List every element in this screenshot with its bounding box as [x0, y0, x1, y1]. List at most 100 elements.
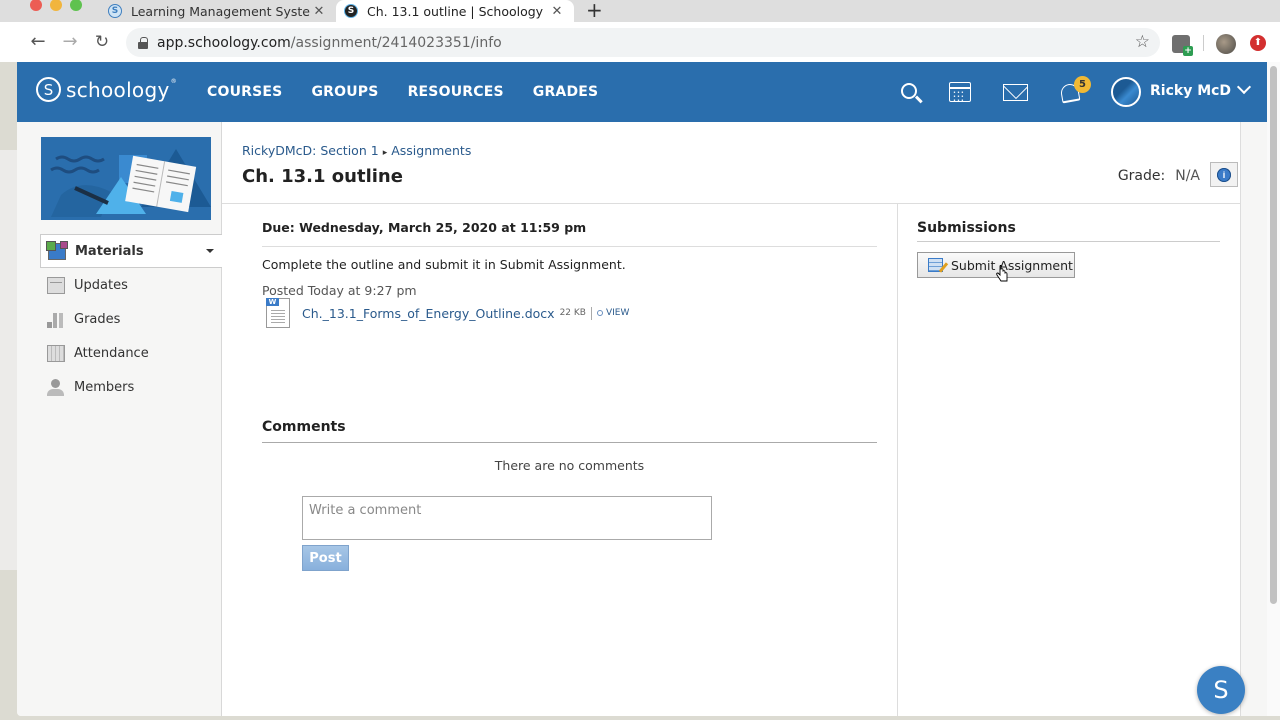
breadcrumb-course-link[interactable]: RickyDMcD: Section 1: [242, 143, 379, 158]
divider: [590, 306, 592, 320]
desktop-window-edge: [0, 150, 17, 570]
tab-close-icon[interactable]: ✕: [310, 4, 328, 19]
members-icon: [47, 378, 65, 396]
grade-display: Grade: N/A: [1118, 168, 1200, 184]
grade-label: Grade:: [1117, 168, 1166, 184]
schoology-header: S schoology® COURSES GROUPS RESOURCES GR…: [17, 62, 1267, 122]
materials-icon: [46, 240, 68, 260]
comments-heading: Comments: [262, 419, 346, 435]
course-profile-image: [41, 137, 211, 220]
new-tab-button[interactable]: +: [586, 0, 603, 22]
due-date: Due: Wednesday, March 25, 2020 at 11:59 …: [262, 220, 587, 235]
profile-avatar-icon[interactable]: [1216, 34, 1236, 54]
view-label: VIEW: [605, 308, 630, 318]
hand-cursor-icon: [996, 265, 1008, 282]
grade-info-button[interactable]: i: [1210, 162, 1238, 187]
lock-icon[interactable]: [138, 36, 148, 49]
browser-tab-strip: S Learning Management System ✕ S Ch. 13.…: [0, 0, 1280, 22]
scrollbar-thumb[interactable]: [1270, 66, 1277, 604]
header-divider: [222, 203, 1240, 204]
submit-label: Submit Assignment: [951, 257, 1073, 273]
tab-close-icon[interactable]: ✕: [548, 4, 566, 19]
course-illustration: [41, 137, 211, 220]
caret-down-icon[interactable]: [206, 249, 214, 253]
forward-arrow-icon[interactable]: →: [60, 32, 80, 52]
attendance-icon: [47, 344, 65, 362]
sidebar-item-grades[interactable]: Grades: [40, 302, 222, 336]
search-icon[interactable]: [901, 83, 917, 99]
url-path: /assignment/2414023351/info: [290, 34, 502, 51]
grade-value: N/A: [1175, 168, 1200, 184]
header-tools: ••• ••• ••• 5 Ricky McD: [897, 62, 1267, 122]
right-gutter: [1240, 122, 1267, 716]
comment-input[interactable]: [302, 496, 712, 540]
breadcrumb-assignments-link[interactable]: Assignments: [391, 143, 471, 158]
sidebar-item-members[interactable]: Members: [40, 370, 222, 404]
view-attachment-link[interactable]: VIEW: [596, 308, 630, 318]
schoology-logo-icon: S: [36, 77, 61, 102]
sidebar-item-label: Members: [74, 379, 135, 395]
divider: [917, 241, 1220, 242]
user-name[interactable]: Ricky McD: [1150, 83, 1231, 99]
submissions-heading: Submissions: [917, 220, 1016, 236]
main-nav: COURSES GROUPS RESOURCES GRADES: [207, 62, 627, 122]
calendar-icon[interactable]: ••• ••• •••: [949, 82, 971, 104]
sidebar-item-label: Materials: [75, 243, 144, 259]
update-icon[interactable]: ⬆: [1250, 35, 1266, 51]
tab-title: Ch. 13.1 outline | Schoology: [367, 3, 544, 19]
back-arrow-icon[interactable]: ←: [28, 32, 48, 52]
assignment-description: Complete the outline and submit it in Su…: [262, 257, 626, 272]
info-icon: i: [1217, 167, 1231, 182]
close-window-button[interactable]: [30, 0, 42, 11]
nav-grades[interactable]: GRADES: [533, 84, 599, 100]
page-scrollbar[interactable]: [1267, 62, 1280, 716]
minimize-window-button[interactable]: [50, 0, 62, 11]
divider: [262, 246, 877, 247]
reload-icon[interactable]: ↻: [92, 32, 112, 52]
address-bar[interactable]: app.schoology.com/assignment/2414023351/…: [126, 28, 1160, 57]
logo-text: schoology®: [66, 78, 177, 102]
breadcrumb-separator: ▸: [382, 148, 388, 158]
chevron-down-icon[interactable]: [1236, 79, 1252, 95]
browser-tab-lms[interactable]: S Learning Management System ✕: [100, 0, 336, 22]
browser-toolbar: ← → ↻ app.schoology.com/assignment/24140…: [0, 22, 1280, 62]
logo-wordmark: schoology: [66, 77, 170, 102]
sidebar-item-label: Grades: [74, 311, 121, 327]
assignment-main: RickyDMcD: Section 1 ▸ Assignments Ch. 13.…: [222, 122, 1240, 716]
schoology-favicon-icon: S: [108, 4, 122, 18]
bookmark-star-icon[interactable]: ☆: [1135, 32, 1150, 52]
maximize-window-button[interactable]: [70, 0, 82, 11]
schoology-favicon-icon: S: [344, 4, 358, 18]
sidebar-item-label: Attendance: [74, 345, 149, 361]
post-comment-button[interactable]: Post: [302, 545, 349, 571]
grades-icon: [47, 311, 65, 328]
help-chat-button[interactable]: S: [1197, 666, 1245, 714]
extension-tab-icon[interactable]: [1172, 35, 1193, 56]
toolbar-divider: [1203, 35, 1204, 51]
no-comments-text: There are no comments: [494, 458, 645, 473]
nav-courses[interactable]: COURSES: [207, 84, 282, 100]
course-sidebar: Materials Updates Grades Attendance Memb…: [17, 122, 222, 716]
attachment: Ch._13.1_Forms_of_Energy_Outline.docx 22…: [266, 298, 629, 328]
nav-groups[interactable]: GROUPS: [311, 84, 378, 100]
sidebar-item-label: Updates: [74, 277, 128, 293]
sidebar-item-attendance[interactable]: Attendance: [40, 336, 222, 370]
submit-form-icon: [928, 258, 943, 272]
sidebar-item-updates[interactable]: Updates: [40, 268, 222, 302]
page-viewport: S schoology® COURSES GROUPS RESOURCES GR…: [17, 62, 1280, 716]
magnifier-icon: [596, 310, 603, 316]
page-title: Ch. 13.1 outline: [242, 166, 403, 187]
sidebar-item-materials[interactable]: Materials: [40, 234, 222, 268]
nav-resources[interactable]: RESOURCES: [408, 84, 504, 100]
mail-icon[interactable]: [1003, 84, 1028, 101]
user-avatar[interactable]: [1111, 77, 1141, 107]
notification-badge: 5: [1074, 76, 1091, 93]
attachment-size: 22 KB: [559, 308, 586, 318]
schoology-logo[interactable]: S schoology®: [36, 77, 177, 102]
attachment-link[interactable]: Ch._13.1_Forms_of_Energy_Outline.docx: [302, 306, 555, 321]
word-document-icon: [266, 298, 290, 328]
browser-tab-assignment[interactable]: S Ch. 13.1 outline | Schoology ✕: [336, 0, 574, 22]
tab-title: Learning Management System: [131, 3, 310, 19]
url-host: app.schoology.com: [157, 34, 291, 51]
updates-icon: [47, 276, 65, 294]
